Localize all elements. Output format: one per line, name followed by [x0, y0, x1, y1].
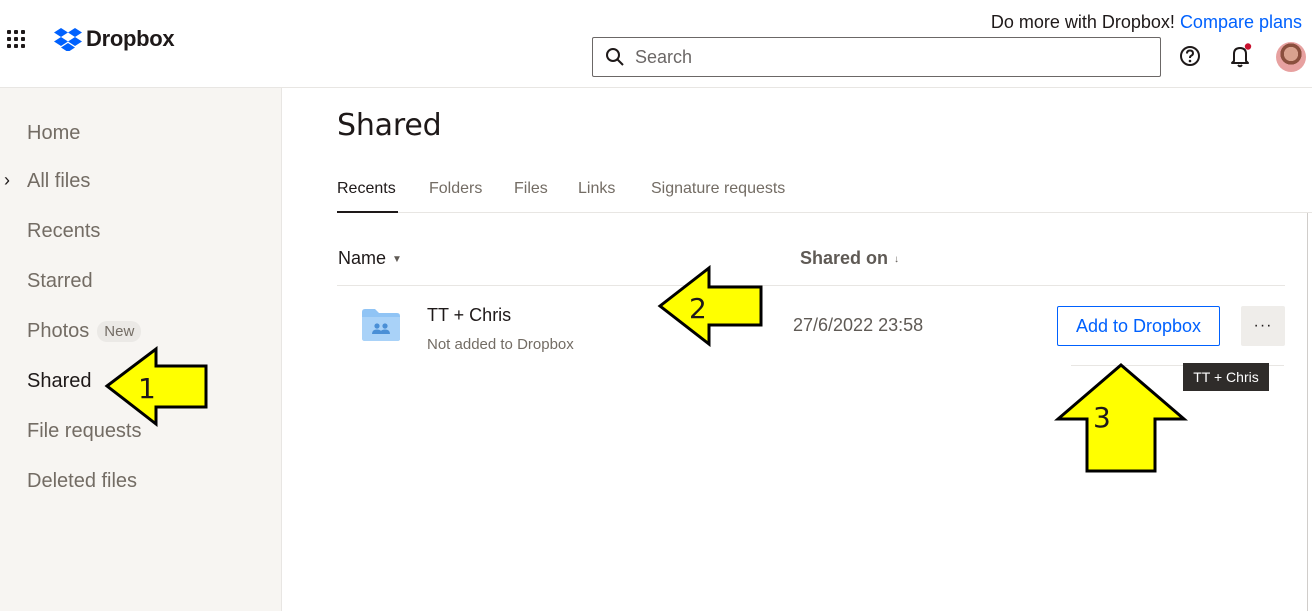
sidebar-item-label: Starred [27, 270, 93, 292]
column-header-name[interactable]: Name ▼ [338, 248, 402, 269]
sidebar-item-home[interactable]: Home [27, 122, 80, 145]
sidebar-item-label: Shared [27, 370, 92, 392]
logo-text: Dropbox [86, 26, 175, 51]
sidebar-item-label: Recents [27, 220, 101, 242]
user-avatar[interactable] [1276, 42, 1306, 72]
shared-on-date: 27/6/2022 23:58 [793, 315, 924, 335]
sidebar-item-shared[interactable]: Shared [27, 370, 92, 393]
sidebar-item-label: Deleted files [27, 470, 138, 492]
promo-banner: Do more with Dropbox! Compare plans [991, 12, 1302, 33]
page-title: Shared [337, 108, 442, 143]
shared-folder-icon [362, 309, 400, 341]
tab-signature-requests[interactable]: Signature requests [651, 180, 785, 198]
annotation-arrow-1: 1 [104, 346, 208, 428]
dropbox-logo[interactable]: Dropbox [54, 26, 175, 52]
search-box[interactable] [592, 37, 1161, 77]
notification-bell-icon[interactable] [1229, 43, 1253, 69]
tab-recents[interactable]: Recents [337, 180, 396, 198]
app-grid-icon[interactable] [7, 30, 25, 48]
annotation-arrow-2: 2 [657, 265, 763, 347]
file-status: Not added to Dropbox [427, 336, 574, 353]
scrollbar-track[interactable] [1307, 213, 1308, 611]
annotation-number: 1 [138, 372, 156, 405]
dropbox-logo-icon [54, 28, 82, 51]
sidebar-item-deleted-files[interactable]: Deleted files [27, 470, 137, 493]
tab-bar: Recents Folders Files Links Signature re… [337, 170, 1312, 213]
sidebar-item-label: Home [27, 122, 81, 144]
tab-folders[interactable]: Folders [429, 180, 482, 198]
annotation-arrow-3: 3 [1054, 363, 1188, 473]
top-header: Dropbox Do more with Dropbox! Compare pl… [0, 0, 1312, 88]
sort-arrow-down-icon: ↓ [894, 254, 900, 265]
sidebar-item-label: All files [27, 170, 91, 192]
tooltip: TT + Chris [1183, 363, 1269, 391]
sidebar-item-all-files[interactable]: All files [27, 170, 90, 193]
compare-plans-link[interactable]: Compare plans [1180, 12, 1302, 32]
promo-text: Do more with Dropbox! [990, 12, 1175, 32]
sidebar-item-recents[interactable]: Recents [27, 220, 100, 243]
annotation-number: 3 [1093, 401, 1111, 434]
help-icon[interactable] [1179, 45, 1201, 67]
caret-down-icon: ▼ [392, 254, 402, 265]
search-input[interactable] [635, 46, 1115, 68]
tab-links[interactable]: Links [578, 180, 615, 198]
annotation-number: 2 [689, 292, 707, 325]
tab-files[interactable]: Files [514, 180, 548, 198]
add-to-dropbox-button[interactable]: Add to Dropbox [1057, 306, 1220, 346]
active-tab-indicator [337, 211, 398, 213]
file-name[interactable]: TT + Chris [427, 305, 511, 326]
sidebar-item-label: Photos [27, 320, 90, 342]
column-header-label: Shared on [800, 248, 889, 268]
new-badge: New [97, 321, 142, 342]
column-header-shared-on[interactable]: Shared on ↓ [800, 248, 899, 269]
chevron-right-icon[interactable]: › [4, 170, 10, 191]
more-options-button[interactable]: ··· [1241, 306, 1285, 346]
search-icon [606, 48, 624, 66]
column-header-label: Name [338, 248, 387, 268]
table-row[interactable]: TT + Chris Not added to Dropbox 27/6/202… [337, 286, 1285, 366]
sidebar-item-photos[interactable]: Photos New [27, 320, 142, 343]
sidebar-item-starred[interactable]: Starred [27, 270, 93, 293]
